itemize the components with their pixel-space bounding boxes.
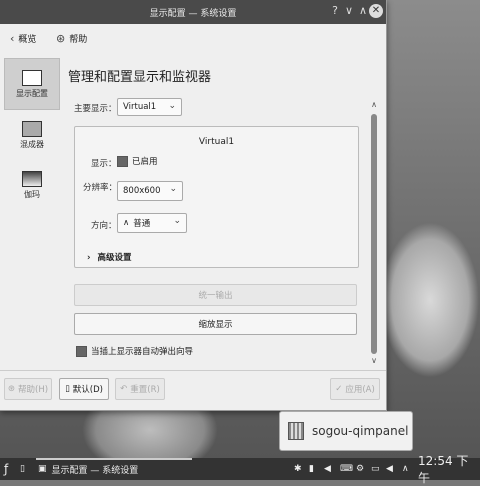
sidebar: 显示配置 混成器 伽玛	[4, 58, 60, 368]
chevron-right-icon: ›	[87, 253, 91, 263]
keyboard-icon	[288, 422, 304, 440]
autodialog-checkbox[interactable]: 当插上显示器自动弹出向导	[76, 345, 193, 357]
primary-display-value: Virtual1	[123, 102, 157, 112]
footer-divider	[0, 370, 386, 371]
settings-tray-icon[interactable]: ⚙	[356, 458, 364, 480]
sidebar-item-gamma[interactable]: 伽玛	[4, 160, 60, 210]
output-name: Virtual1	[198, 137, 235, 147]
defaults-label: 默认(D)	[72, 385, 103, 395]
defaults-button[interactable]: ▯ 默认(D)	[59, 378, 109, 400]
overview-button[interactable]: ‹ 概览	[10, 30, 36, 46]
bluetooth-icon[interactable]: ✱	[294, 458, 302, 480]
enabled-label: 已启用	[132, 157, 158, 167]
notification-text: sogou-qimpanel	[312, 424, 409, 438]
footer-help-button[interactable]: ⊛ 帮助(H)	[4, 378, 52, 400]
input-method-icon[interactable]: ⌨	[340, 458, 353, 480]
scroll-thumb[interactable]	[371, 114, 377, 354]
advanced-settings-label: 高级设置	[97, 253, 132, 263]
close-button[interactable]: ✕	[369, 4, 383, 18]
help-window-button[interactable]: ?	[328, 4, 342, 18]
input-method-notification[interactable]: sogou-qimpanel	[279, 411, 413, 451]
scrollbar[interactable]: ∧ ∨	[370, 100, 378, 365]
app-launcher-icon[interactable]: ƒ	[4, 458, 8, 480]
settings-app-icon: ▣	[38, 464, 47, 474]
orientation-label: 方向：	[91, 221, 117, 231]
resolution-label: 分辨率：	[83, 183, 118, 193]
primary-display-label: 主要显示：	[74, 104, 117, 114]
footer-help-label: 帮助(H)	[18, 385, 49, 395]
sidebar-item-label: 显示配置	[16, 88, 48, 98]
maximize-button[interactable]: ∧	[356, 4, 370, 18]
sidebar-item-display[interactable]: 显示配置	[4, 58, 60, 110]
settings-window: 显示配置 — 系统设置 ? ∨ ∧ ✕ ‹ 概览 ⊛ 帮助 显示配置 混成器 伽…	[0, 0, 387, 411]
chevron-down-icon: ⌄	[173, 216, 181, 226]
orientation-icon: ∧	[123, 218, 130, 228]
help-label: 帮助	[69, 34, 88, 45]
checkbox-icon	[117, 156, 128, 167]
task-settings-window[interactable]: ▣ 显示配置 — 系统设置	[38, 458, 138, 480]
audio-tray-icon[interactable]: ◀	[386, 458, 393, 480]
help-button[interactable]: ⊛ 帮助	[56, 30, 87, 46]
gamma-icon	[22, 170, 42, 187]
scroll-up-icon[interactable]: ∧	[370, 100, 378, 109]
reset-label: 重置(R)	[130, 385, 160, 395]
reset-button[interactable]: ↶ 重置(R)	[115, 378, 165, 400]
undo-icon: ↶	[120, 384, 128, 394]
sidebar-item-label: 伽玛	[24, 189, 40, 199]
page-title: 管理和配置显示和监视器	[68, 70, 212, 85]
compositor-icon	[22, 120, 42, 137]
unify-outputs-button[interactable]: 统一输出	[74, 284, 357, 306]
tray-expand-icon[interactable]: ∧	[402, 458, 409, 480]
task-title: 显示配置 — 系统设置	[51, 465, 139, 476]
taskbar: ƒ ▯ ▣ 显示配置 — 系统设置 ✱ ▮ ◀ ⌨ ⚙ ▭ ◀ ∧ 12:54 …	[0, 454, 480, 485]
scroll-down-icon[interactable]: ∨	[370, 356, 378, 365]
check-icon: ✓	[335, 384, 343, 394]
sidebar-item-compositor[interactable]: 混成器	[4, 110, 60, 160]
titlebar: 显示配置 — 系统设置 ? ∨ ∧ ✕	[0, 0, 386, 24]
orientation-value: 普通	[133, 219, 151, 229]
output-settings-group: Virtual1 显示： 已启用 分辨率： 800x600 ⌄ 方向： ∧ 普通…	[74, 126, 359, 268]
document-icon: ▯	[65, 384, 70, 394]
back-chevron-icon: ‹	[10, 31, 15, 45]
show-desktop-icon[interactable]: ▯	[20, 458, 25, 480]
volume-icon[interactable]: ◀	[324, 458, 331, 480]
checkbox-icon	[76, 346, 87, 357]
help-icon: ⊛	[7, 384, 16, 394]
sidebar-item-label: 混成器	[20, 139, 44, 149]
scale-display-button[interactable]: 缩放显示	[74, 313, 357, 335]
enabled-checkbox[interactable]: 已启用	[117, 155, 158, 167]
chevron-down-icon: ⌄	[169, 184, 177, 194]
resolution-value: 800x600	[123, 186, 161, 196]
toolbar: ‹ 概览 ⊛ 帮助	[0, 26, 386, 50]
autodialog-label: 当插上显示器自动弹出向导	[91, 347, 194, 357]
overview-label: 概览	[18, 34, 37, 45]
orientation-select[interactable]: ∧ 普通 ⌄	[117, 213, 187, 233]
lifebuoy-icon: ⊛	[56, 31, 66, 45]
display-config-panel: 管理和配置显示和监视器 主要显示： Virtual1 ⌄ Virtual1 显示…	[66, 58, 382, 370]
resolution-select[interactable]: 800x600 ⌄	[117, 181, 183, 201]
battery-icon[interactable]: ▮	[309, 458, 314, 480]
clock[interactable]: 12:54 下午	[418, 454, 480, 485]
apply-label: 应用(A)	[345, 385, 375, 395]
active-task-indicator	[36, 458, 192, 460]
display-label: 显示：	[91, 159, 117, 169]
minimize-button[interactable]: ∨	[342, 4, 356, 18]
chevron-down-icon: ⌄	[168, 101, 176, 111]
advanced-settings-toggle[interactable]: › 高级设置	[87, 251, 132, 263]
primary-display-select[interactable]: Virtual1 ⌄	[117, 98, 182, 116]
display-tray-icon[interactable]: ▭	[371, 458, 380, 480]
apply-button[interactable]: ✓ 应用(A)	[330, 378, 380, 400]
monitor-icon	[22, 69, 42, 86]
